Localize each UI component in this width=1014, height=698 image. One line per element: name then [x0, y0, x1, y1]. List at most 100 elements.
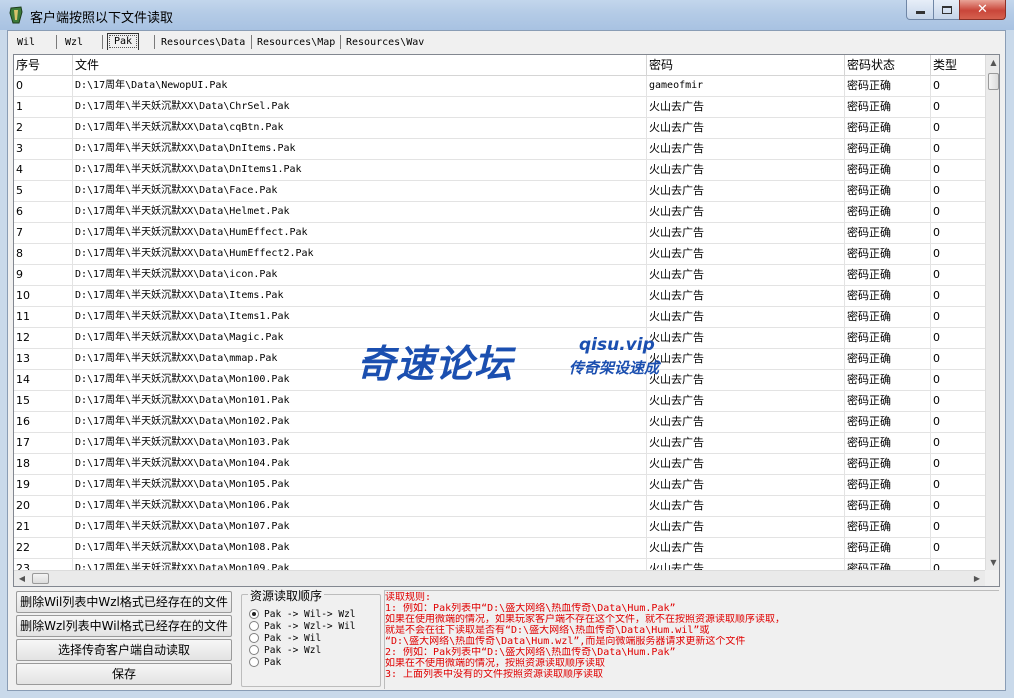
cell-file: D:\17周年\半天妖沉默XX\Data\Face.Pak: [73, 181, 647, 202]
scroll-left-icon[interactable]: ◀: [14, 571, 30, 586]
radio-checked-icon[interactable]: [249, 609, 259, 619]
tab-pak[interactable]: Pak: [107, 33, 140, 50]
cell-password: 火山去广告: [647, 139, 845, 160]
table-row[interactable]: 15 D:\17周年\半天妖沉默XX\Data\Mon101.Pak 火山去广告 密码…: [14, 391, 986, 412]
table-row[interactable]: 4 D:\17周年\半天妖沉默XX\Data\DnItems1.Pak 火山去广告密…: [14, 160, 986, 181]
close-button[interactable]: ✕: [959, 0, 1006, 20]
cell-password: 火山去广告: [647, 517, 845, 538]
cell-type: 0: [931, 475, 986, 496]
read-order-option-4[interactable]: Pak -> Wzl: [249, 644, 321, 656]
table-row[interactable]: 22 D:\17周年\半天妖沉默XX\Data\Mon108.Pak 火山去广告 密码…: [14, 538, 986, 559]
cell-password: 火山去广告: [647, 370, 845, 391]
scroll-right-icon[interactable]: ▶: [969, 571, 985, 586]
cell-password: 火山去广告: [647, 538, 845, 559]
cell-type: 0: [931, 370, 986, 391]
read-order-group: 资源读取顺序 Pak -> Wil-> Wzl Pak -> Wzl-> Wil…: [241, 587, 381, 687]
table-row[interactable]: 20 D:\17周年\半天妖沉默XX\Data\Mon106.Pak 火山去广告 密码…: [14, 496, 986, 517]
rule-line: 如果在不使用微端的情况，按照资源读取顺序读取: [385, 658, 605, 669]
cell-password-status: 密码正确: [845, 307, 931, 328]
file-list[interactable]: 序号 文件 密码 密码状态 类型 0 D:\17周年\Data\NewopUI.P…: [13, 54, 1000, 587]
table-row[interactable]: 14 D:\17周年\半天妖沉默XX\Data\Mon100.Pak 火山去广告 密码…: [14, 370, 986, 391]
cell-password-status: 密码正确: [845, 538, 931, 559]
vertical-scrollbar[interactable]: ▲ ▼: [985, 55, 999, 571]
cell-file: D:\17周年\半天妖沉默XX\Data\HumEffect2.Pak: [73, 244, 647, 265]
tab-resources-wav[interactable]: Resources\Wav: [343, 35, 424, 51]
radio-icon[interactable]: [249, 621, 259, 631]
read-order-option-3[interactable]: Pak -> Wil: [249, 632, 321, 644]
cell-file: D:\17周年\半天妖沉默XX\Data\Mon108.Pak: [73, 538, 647, 559]
tab-wzl[interactable]: Wzl: [62, 35, 83, 51]
save-button[interactable]: 保存: [16, 663, 232, 685]
delete-wzl-duplicates-button[interactable]: 删除Wzl列表中Wil格式已经存在的文件: [16, 615, 232, 637]
table-row[interactable]: 18 D:\17周年\半天妖沉默XX\Data\Mon104.Pak 火山去广告 密码…: [14, 454, 986, 475]
scroll-up-icon[interactable]: ▲: [986, 55, 999, 71]
table-row[interactable]: 11 D:\17周年\半天妖沉默XX\Data\Items1.Pak 火山去广告 密码…: [14, 307, 986, 328]
table-row[interactable]: 0 D:\17周年\Data\NewopUI.Pak gameofmir 密码正确 0: [14, 76, 986, 97]
column-header-type[interactable]: 类型: [931, 55, 986, 76]
table-row[interactable]: 6 D:\17周年\半天妖沉默XX\Data\Helmet.Pak 火山去广告 密码正…: [14, 202, 986, 223]
cell-password: 火山去广告: [647, 244, 845, 265]
cell-password-status: 密码正确: [845, 475, 931, 496]
table-row[interactable]: 10 D:\17周年\半天妖沉默XX\Data\Items.Pak 火山去广告 密码正…: [14, 286, 986, 307]
cell-password: 火山去广告: [647, 307, 845, 328]
radio-icon[interactable]: [249, 657, 259, 667]
table-row[interactable]: 1 D:\17周年\半天妖沉默XX\Data\ChrSel.Pak 火山去广告 密码正…: [14, 97, 986, 118]
vertical-scroll-thumb[interactable]: [988, 73, 999, 90]
select-client-button[interactable]: 选择传奇客户端自动读取: [16, 639, 232, 661]
cell-password: 火山去广告: [647, 97, 845, 118]
cell-index: 9: [14, 265, 73, 286]
column-header-password-status[interactable]: 密码状态: [845, 55, 931, 76]
cell-password-status: 密码正确: [845, 496, 931, 517]
table-row[interactable]: 23 D:\17周年\半天妖沉默XX\Data\Mon109.Pak 火山去广告 密码…: [14, 559, 986, 570]
column-header-file[interactable]: 文件: [73, 55, 647, 76]
cell-password-status: 密码正确: [845, 181, 931, 202]
table-row[interactable]: 13 D:\17周年\半天妖沉默XX\Data\mmap.Pak 火山去广告 密码正确…: [14, 349, 986, 370]
tab-resources-data[interactable]: Resources\Data: [158, 35, 245, 51]
table-row[interactable]: 17 D:\17周年\半天妖沉默XX\Data\Mon103.Pak 火山去广告 密码…: [14, 433, 986, 454]
client-area: Wil Wzl Pak Resources\Data Resources\Map…: [7, 30, 1006, 691]
table-row[interactable]: 12 D:\17周年\半天妖沉默XX\Data\Magic.Pak 火山去广告 密码正…: [14, 328, 986, 349]
cell-index: 10: [14, 286, 73, 307]
rule-line: 读取规则:: [385, 592, 432, 603]
horizontal-scrollbar[interactable]: ◀ ▶: [14, 570, 985, 586]
cell-password: 火山去广告: [647, 160, 845, 181]
tab-wil[interactable]: Wil: [14, 35, 35, 51]
radio-icon[interactable]: [249, 645, 259, 655]
table-row[interactable]: 2 D:\17周年\半天妖沉默XX\Data\cqBtn.Pak 火山去广告 密码正确…: [14, 118, 986, 139]
cell-index: 6: [14, 202, 73, 223]
cell-file: D:\17周年\半天妖沉默XX\Data\Items1.Pak: [73, 307, 647, 328]
cell-password: 火山去广告: [647, 475, 845, 496]
tab-resources-map[interactable]: Resources\Map: [254, 35, 335, 51]
cell-type: 0: [931, 286, 986, 307]
cell-index: 15: [14, 391, 73, 412]
cell-type: 0: [931, 265, 986, 286]
list-body: 0 D:\17周年\Data\NewopUI.Pak gameofmir 密码正确 0 1…: [14, 76, 986, 570]
scroll-down-icon[interactable]: ▼: [986, 555, 999, 571]
read-order-option-2[interactable]: Pak -> Wzl-> Wil: [249, 620, 356, 632]
tab-strip: Wil Wzl Pak Resources\Data Resources\Map…: [8, 31, 1005, 53]
table-row[interactable]: 21 D:\17周年\半天妖沉默XX\Data\Mon107.Pak 火山去广告 密码…: [14, 517, 986, 538]
column-header-password[interactable]: 密码: [647, 55, 845, 76]
read-order-option-1[interactable]: Pak -> Wil-> Wzl: [249, 608, 356, 620]
read-order-option-5[interactable]: Pak: [249, 656, 281, 668]
table-row[interactable]: 3 D:\17周年\半天妖沉默XX\Data\DnItems.Pak 火山去广告 密码…: [14, 139, 986, 160]
cell-type: 0: [931, 76, 986, 97]
rule-line: 3: 上面列表中没有的文件按照资源读取顺序读取: [385, 669, 604, 680]
cell-index: 5: [14, 181, 73, 202]
maximize-button[interactable]: [933, 0, 960, 20]
delete-wil-duplicates-button[interactable]: 删除Wil列表中Wzl格式已经存在的文件: [16, 591, 232, 613]
cell-type: 0: [931, 349, 986, 370]
radio-icon[interactable]: [249, 633, 259, 643]
table-row[interactable]: 8 D:\17周年\半天妖沉默XX\Data\HumEffect2.Pak 火山去广…: [14, 244, 986, 265]
column-header-index[interactable]: 序号: [14, 55, 73, 76]
cell-password-status: 密码正确: [845, 349, 931, 370]
table-row[interactable]: 9 D:\17周年\半天妖沉默XX\Data\icon.Pak 火山去广告 密码正确 0: [14, 265, 986, 286]
horizontal-scroll-thumb[interactable]: [32, 573, 49, 584]
cell-type: 0: [931, 454, 986, 475]
table-row[interactable]: 19 D:\17周年\半天妖沉默XX\Data\Mon105.Pak 火山去广告 密码…: [14, 475, 986, 496]
table-row[interactable]: 5 D:\17周年\半天妖沉默XX\Data\Face.Pak 火山去广告 密码正确 0: [14, 181, 986, 202]
minimize-button[interactable]: [906, 0, 934, 20]
cell-index: 23: [14, 559, 73, 570]
table-row[interactable]: 7 D:\17周年\半天妖沉默XX\Data\HumEffect.Pak 火山去广告…: [14, 223, 986, 244]
table-row[interactable]: 16 D:\17周年\半天妖沉默XX\Data\Mon102.Pak 火山去广告 密码…: [14, 412, 986, 433]
